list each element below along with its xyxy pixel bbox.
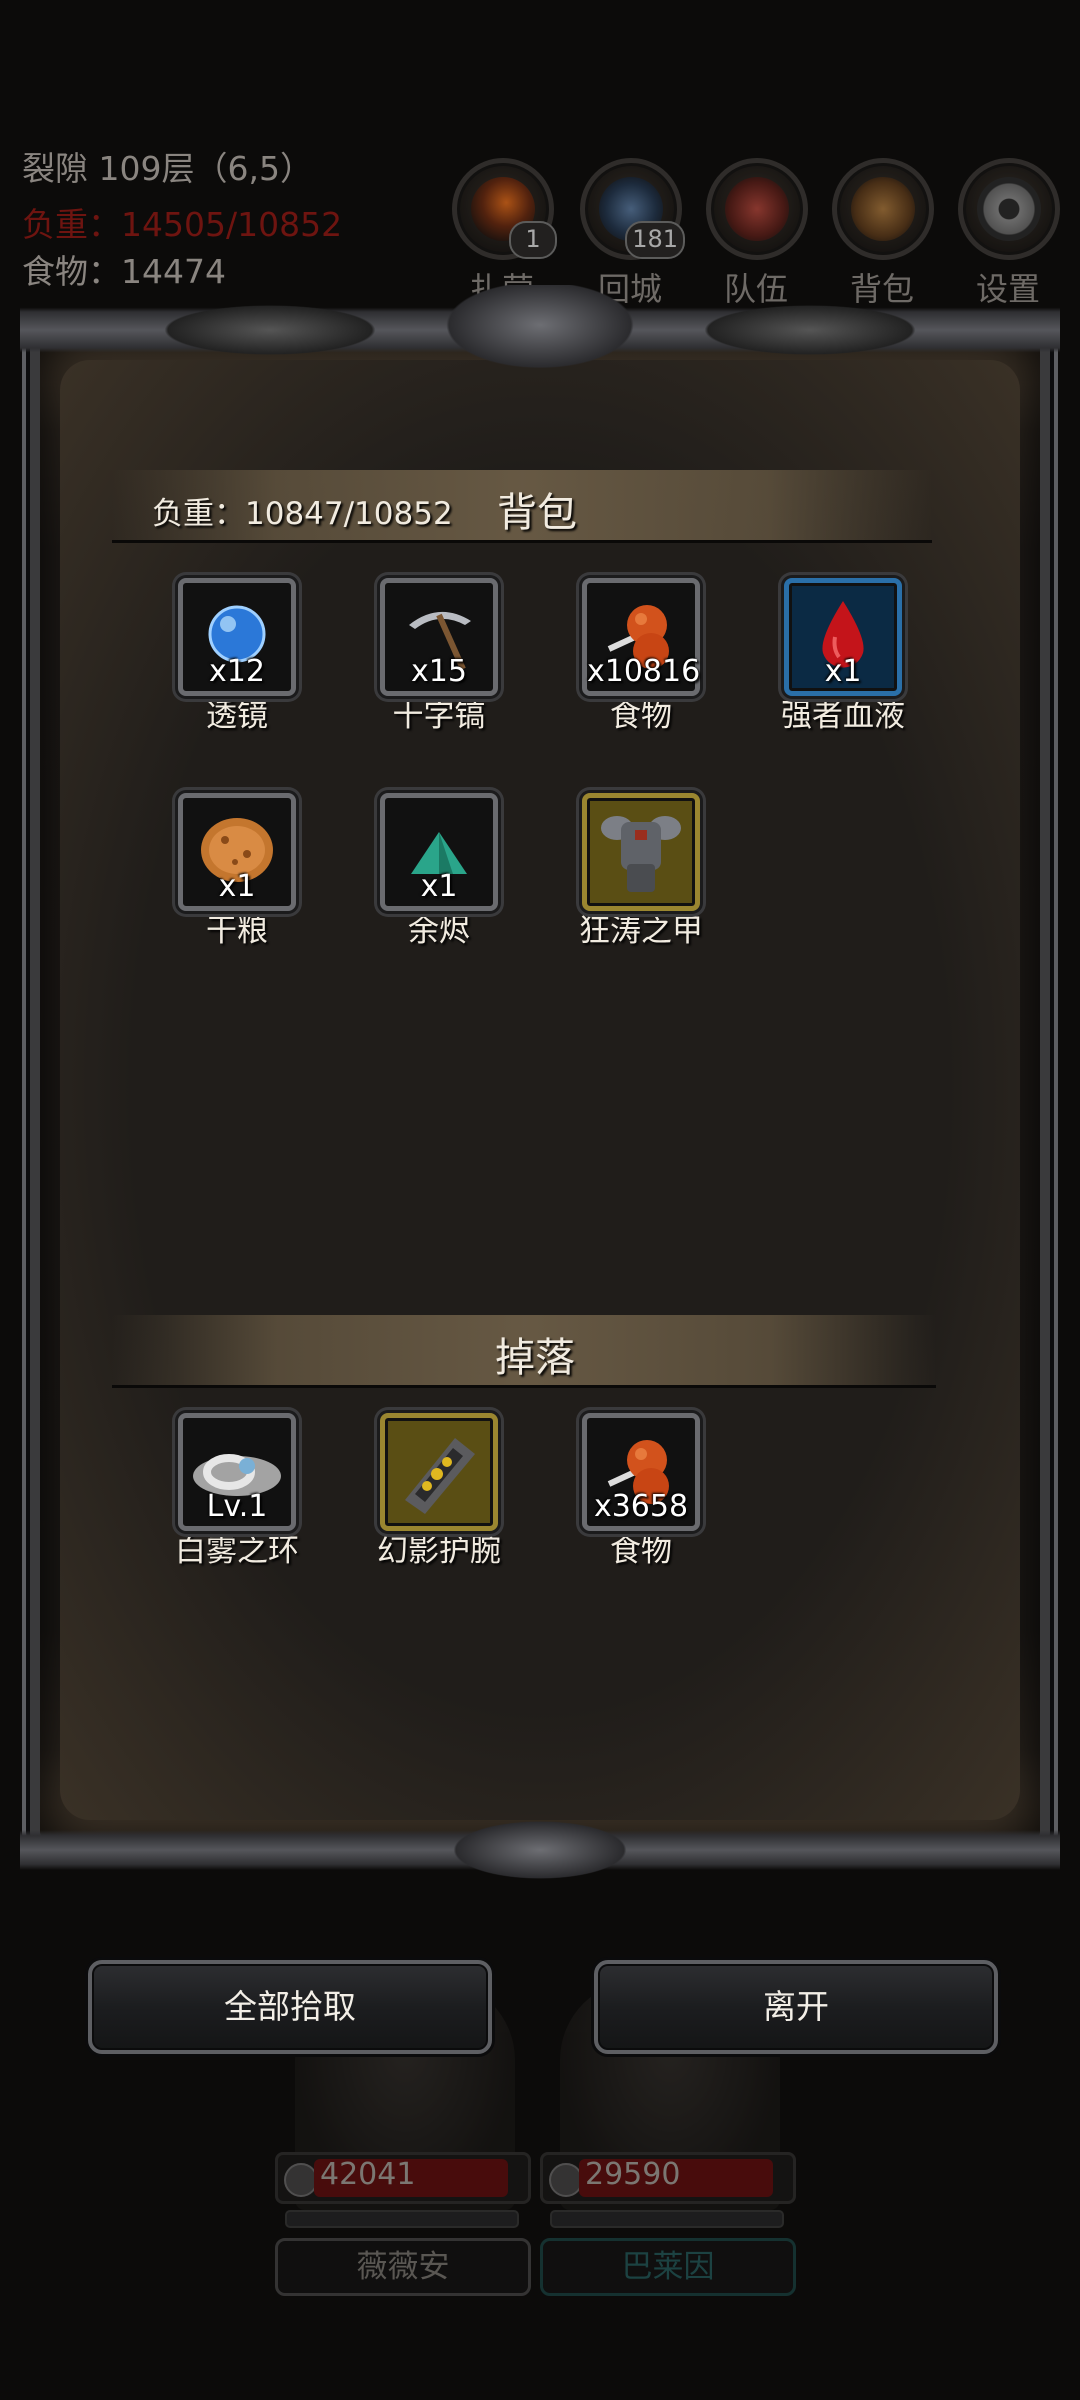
panel-frame-bottom	[20, 1810, 1060, 1890]
bag-header: 负重：10847/10852 背包	[112, 470, 932, 543]
hero-name: 薇薇安	[275, 2238, 531, 2296]
item-name: 白雾之环	[175, 1533, 299, 1569]
drop-title: 掉落	[495, 1335, 575, 1381]
item-name: 幻影护腕	[377, 1533, 501, 1569]
item-name: 食物	[610, 1533, 672, 1569]
shield-icon	[549, 2163, 583, 2197]
bag-title: 背包	[497, 490, 577, 536]
hero-mana-bar	[285, 2210, 519, 2228]
item-qty: x15	[411, 654, 467, 689]
bag-item-food[interactable]: x10816 食物	[561, 578, 721, 735]
floor-indicator: 裂隙 109层（6,5）	[22, 149, 313, 188]
loot-panel	[30, 330, 1050, 1850]
shield-icon	[284, 2163, 318, 2197]
bag-load: 负重：10847/10852	[152, 496, 453, 532]
bag-item-ration[interactable]: x1 干粮	[157, 793, 317, 950]
drop-item-food[interactable]: x3658 食物	[561, 1413, 721, 1570]
item-qty: x1	[420, 869, 458, 904]
item-qty: x10816	[587, 654, 701, 689]
item-qty: x3658	[593, 1489, 689, 1524]
item-qty: x1	[218, 869, 256, 904]
hero-hp-bar: 29590	[540, 2152, 796, 2204]
item-name: 十字镐	[392, 698, 486, 734]
item-name: 狂涛之甲	[579, 913, 703, 949]
camp-badge: 1	[509, 221, 557, 259]
hero-hp: 29590	[585, 2157, 681, 2192]
bracer-icon	[405, 1438, 475, 1514]
item-name: 余烬	[408, 913, 470, 949]
hero-hp-bar: 42041	[275, 2152, 531, 2204]
item-name: 强者血液	[781, 698, 905, 734]
drop-item-ring[interactable]: Lv.1 白雾之环	[157, 1413, 317, 1570]
hero-name: 巴莱因	[540, 2238, 796, 2296]
party-load-indicator: 负重：14505/10852	[22, 205, 343, 244]
bag-item-blood[interactable]: x1 强者血液	[763, 578, 923, 735]
item-qty: x1	[824, 654, 862, 689]
item-qty: Lv.1	[206, 1489, 268, 1524]
item-qty: x12	[209, 654, 265, 689]
drop-header: 掉落	[112, 1315, 936, 1388]
item-name: 干粮	[206, 913, 268, 949]
bag-item-lens[interactable]: x12 透镜	[157, 578, 317, 735]
bag-item-ember[interactable]: x1 余烬	[359, 793, 519, 950]
panel-frame-top	[20, 285, 1060, 375]
armor-icon	[601, 816, 681, 892]
hero-mana-bar	[550, 2210, 784, 2228]
item-name: 食物	[610, 698, 672, 734]
gear-icon	[977, 177, 1041, 241]
backpack-icon	[851, 177, 915, 241]
drop-item-bracer[interactable]: 幻影护腕	[359, 1413, 519, 1570]
bag-item-pickaxe[interactable]: x15 十字镐	[359, 578, 519, 735]
leave-button[interactable]: 离开	[594, 1960, 998, 2054]
pickup-all-button[interactable]: 全部拾取	[88, 1960, 492, 2054]
team-icon	[725, 177, 789, 241]
bag-item-armor[interactable]: 狂涛之甲	[561, 793, 721, 950]
item-name: 透镜	[206, 698, 268, 734]
return-town-badge: 181	[625, 221, 685, 259]
hero-hp: 42041	[320, 2157, 416, 2192]
